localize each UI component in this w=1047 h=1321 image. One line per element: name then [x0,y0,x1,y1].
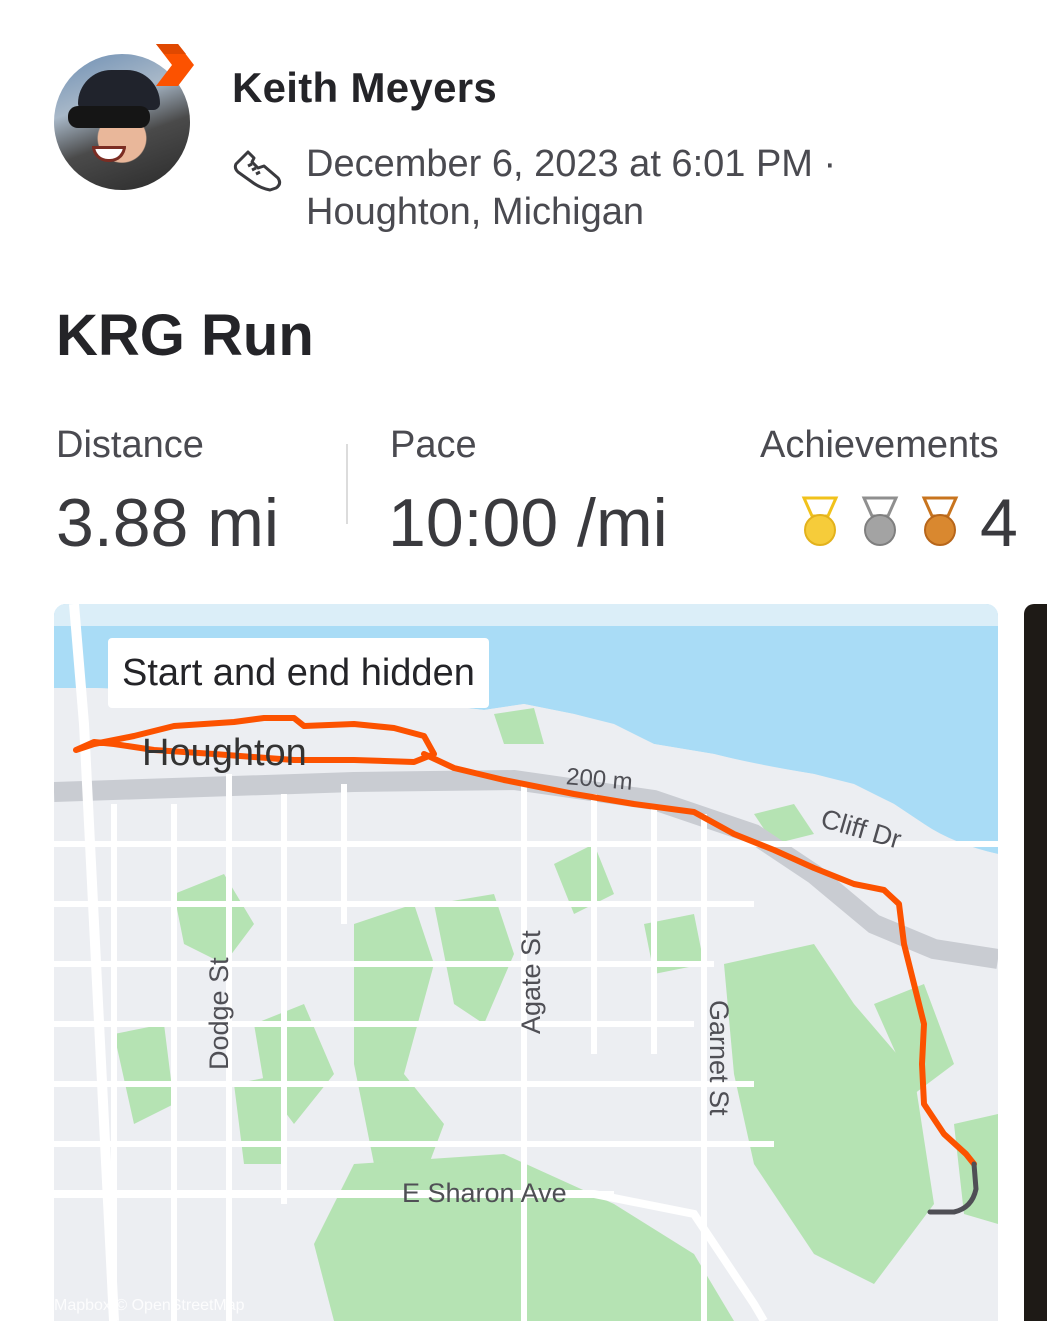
pace-value: 10:00 /mi [388,485,668,561]
activity-title[interactable]: KRG Run [56,302,314,369]
avatar-smile [92,146,126,162]
scale-label: 200 m [564,763,634,796]
map-attribution[interactable]: Mapbox © OpenStreetMap [54,1297,245,1315]
distance-value: 3.88 mi [56,485,279,561]
next-photo-card[interactable] [1024,604,1047,1321]
shoe-icon [233,150,282,192]
route-map[interactable]: Start and end hidden Houghton 200 m Clif… [54,604,998,1321]
achievements-label: Achievements [760,424,999,466]
activity-location: Houghton, Michigan [306,191,644,233]
gold-medal-icon[interactable] [800,496,840,548]
distance-label: Distance [56,424,204,466]
avatar-hat [78,70,160,110]
street-e-sharon-ave: E Sharon Ave [402,1178,567,1208]
pace-label: Pace [390,424,477,466]
athlete-name[interactable]: Keith Meyers [232,64,497,112]
avatar-glasses [68,106,150,128]
activity-date: December 6, 2023 at 6:01 PM · [306,143,837,185]
street-garnet-st: Garnet St [704,1000,734,1116]
silver-medal-icon[interactable] [860,496,900,548]
privacy-zone-label: Start and end hidden [108,638,489,708]
activity-meta: December 6, 2023 at 6:01 PM · Houghton, … [306,140,836,236]
town-label: Houghton [142,732,307,774]
bronze-medal-icon[interactable] [920,496,960,548]
street-agate-st: Agate St [516,930,546,1034]
subscriber-badge-icon [156,44,194,86]
street-dodge-st: Dodge St [204,957,234,1070]
stats-divider [346,444,348,524]
achievements-count: 4 [980,485,1018,561]
